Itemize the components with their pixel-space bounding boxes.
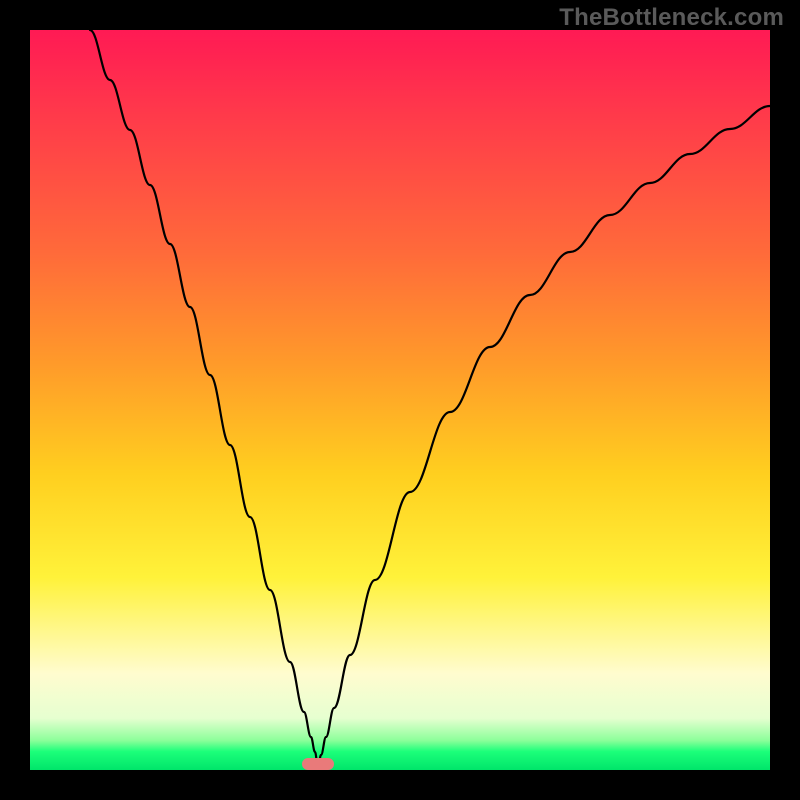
curve-svg bbox=[30, 30, 770, 770]
plot-area bbox=[30, 30, 770, 770]
curve-left-branch bbox=[90, 30, 318, 768]
optimal-point-marker bbox=[302, 758, 334, 770]
chart-frame: TheBottleneck.com bbox=[0, 0, 800, 800]
watermark-text: TheBottleneck.com bbox=[559, 4, 784, 32]
curve-right-branch bbox=[318, 106, 770, 768]
